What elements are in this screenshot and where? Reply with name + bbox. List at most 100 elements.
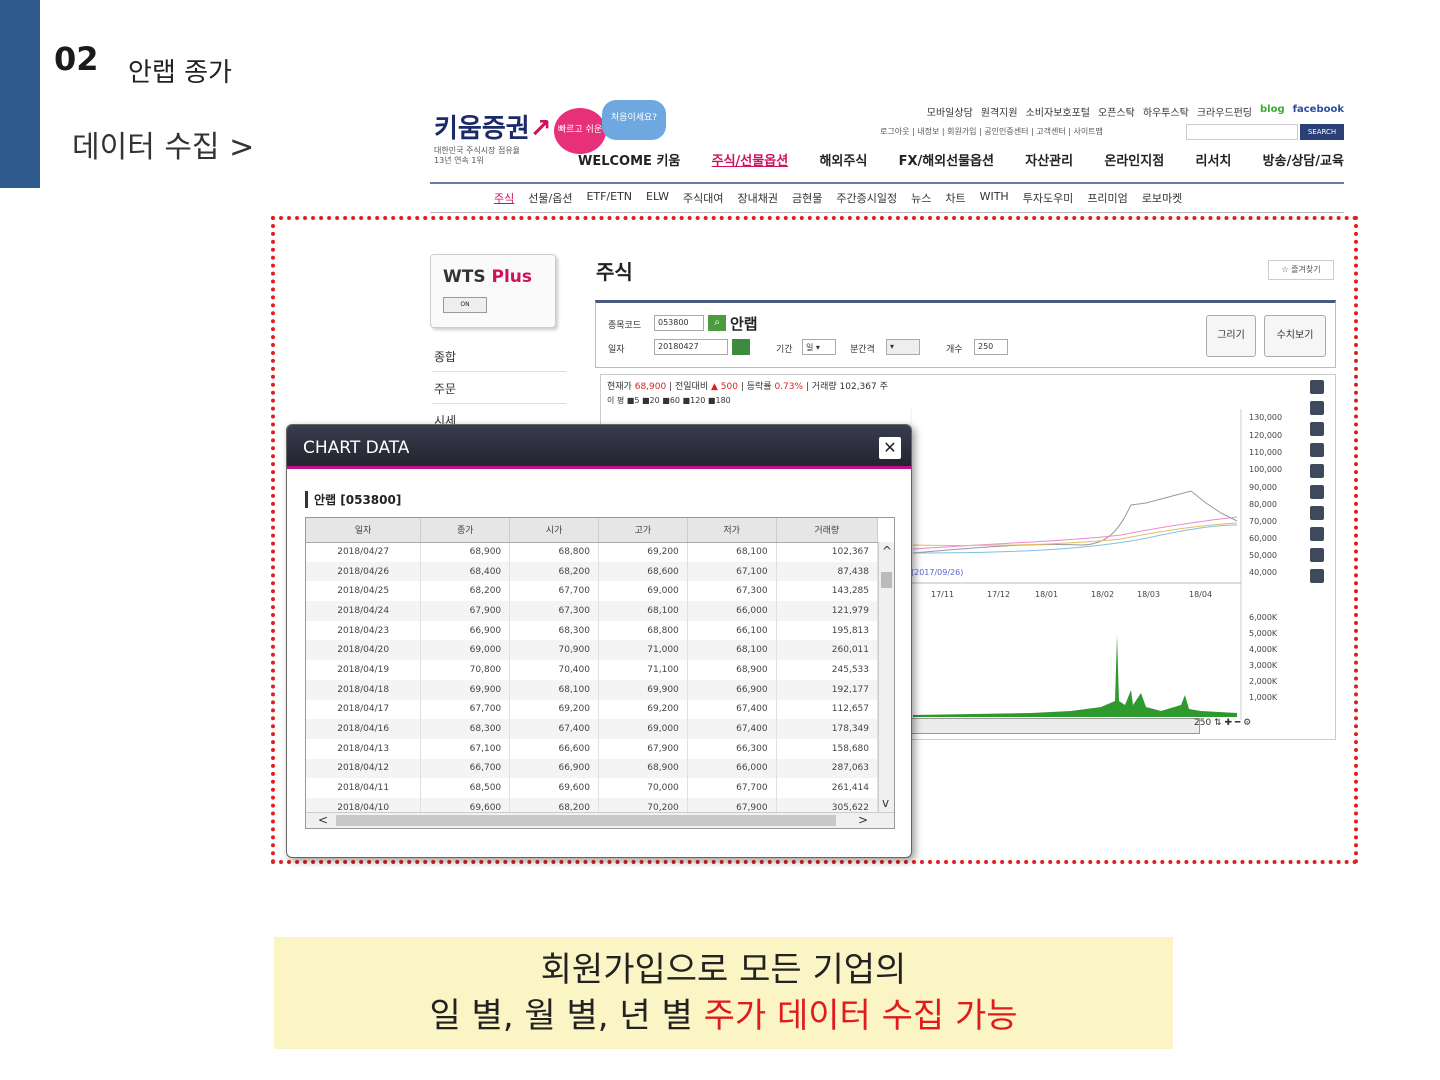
- lnb-item[interactable]: 금현물: [792, 190, 822, 206]
- column-header[interactable]: 종가: [420, 518, 511, 543]
- lnb-item[interactable]: ELW: [646, 190, 669, 206]
- lnb-item[interactable]: 주식대여: [683, 190, 723, 206]
- date-tick: 18/04: [1189, 590, 1212, 599]
- table-row[interactable]: 2018/04/26 68,400 68,200 68,600 67,100 87,438: [306, 561, 879, 582]
- crosshair-icon[interactable]: [1310, 401, 1324, 415]
- gnb-item[interactable]: 리서치: [1195, 150, 1231, 169]
- lnb-item[interactable]: WITH: [980, 190, 1009, 206]
- util-links[interactable]: 로그아웃 | 내정보 | 회원가입 | 공인인증센터 | 고객센터 | 사이트맵: [880, 126, 1103, 137]
- search-icon[interactable]: ⌕: [708, 315, 726, 331]
- gnb-item[interactable]: 온라인지점: [1104, 150, 1164, 169]
- save-icon[interactable]: [1310, 527, 1324, 541]
- column-header[interactable]: 저가: [687, 518, 777, 543]
- lnb-item[interactable]: 주간증시일정: [836, 190, 897, 206]
- lnb-item[interactable]: 선물/옵션: [528, 190, 572, 206]
- table-row[interactable]: 2018/04/18 69,900 68,100 69,900 66,900 192,17…: [306, 679, 879, 700]
- lnb-item[interactable]: 주식: [494, 190, 514, 206]
- table-cell: 66,300: [687, 738, 777, 759]
- scroll-down-icon[interactable]: v: [882, 796, 889, 810]
- chart-scrollbar[interactable]: [900, 718, 1200, 734]
- lnb-item[interactable]: 차트: [945, 190, 965, 206]
- table-row[interactable]: 2018/04/25 68,200 67,700 69,000 67,300 143,28…: [306, 581, 879, 602]
- table-row[interactable]: 2018/04/17 67,700 69,200 69,200 67,400 112,65…: [306, 699, 879, 720]
- lnb-item[interactable]: 투자도우미: [1023, 190, 1074, 206]
- welcome-link[interactable]: WELCOME 키움: [578, 150, 680, 169]
- settings-icon[interactable]: [1310, 506, 1324, 520]
- table-icon[interactable]: [1310, 464, 1324, 478]
- gnb-item[interactable]: FX/해외선물옵션: [899, 150, 994, 169]
- wts-toggle[interactable]: ON: [443, 297, 487, 313]
- date-input[interactable]: 20180427: [654, 339, 728, 355]
- side-menu-item[interactable]: 종합: [432, 340, 566, 372]
- column-header[interactable]: 거래량: [776, 518, 879, 543]
- close-icon[interactable]: ✕: [879, 437, 901, 459]
- column-header[interactable]: 시가: [509, 518, 599, 543]
- table-row[interactable]: 2018/04/19 70,800 70,400 71,100 68,900 245,53…: [306, 660, 879, 680]
- zoom-controls[interactable]: 250 ⇅ ✚ ━ ⚙: [1194, 718, 1251, 728]
- period-select[interactable]: 일 ▾: [802, 339, 836, 355]
- bar-chart-icon[interactable]: [1310, 548, 1324, 562]
- horizontal-scrollbar[interactable]: < >: [306, 812, 894, 828]
- code-input[interactable]: 053800: [654, 315, 704, 331]
- table-cell: 68,300: [509, 620, 599, 641]
- lnb-item[interactable]: 뉴스: [911, 190, 931, 206]
- blog-link[interactable]: blog: [1260, 104, 1285, 119]
- draw-button[interactable]: 그리기: [1206, 315, 1256, 357]
- table-row[interactable]: 2018/04/11 68,500 69,600 70,000 67,700 261,41…: [306, 778, 879, 798]
- gnb-item[interactable]: 주식/선물옵션: [712, 150, 789, 169]
- scroll-thumb[interactable]: [336, 815, 836, 826]
- search-button[interactable]: SEARCH: [1300, 124, 1344, 140]
- side-menu: 종합 주문 시세: [432, 340, 566, 436]
- facebook-link[interactable]: facebook: [1293, 104, 1344, 119]
- lnb-item[interactable]: ETF/ETN: [586, 190, 632, 206]
- grid-icon[interactable]: [1310, 443, 1324, 457]
- top-link[interactable]: 크라우드펀딩: [1197, 104, 1252, 119]
- gnb-item[interactable]: 자산관리: [1025, 150, 1073, 169]
- scroll-left-icon[interactable]: <: [318, 813, 328, 827]
- scroll-up-icon[interactable]: ^: [882, 544, 892, 558]
- table-cell: 69,200: [509, 699, 599, 720]
- scroll-right-icon[interactable]: >: [858, 813, 868, 827]
- top-link[interactable]: 모바일상담: [927, 104, 973, 119]
- promo-bubble-1[interactable]: 빠르고 쉬운: [554, 108, 606, 154]
- top-link[interactable]: 하우투스탁: [1143, 104, 1189, 119]
- lnb-item[interactable]: 프리미엄: [1087, 190, 1127, 206]
- gnb-item[interactable]: 해외주식: [819, 150, 867, 169]
- draw-line-icon[interactable]: [1310, 380, 1324, 394]
- top-link[interactable]: 소비자보호포털: [1026, 104, 1090, 119]
- calendar-icon[interactable]: [732, 339, 750, 355]
- image-icon[interactable]: [1310, 569, 1324, 583]
- side-menu-item[interactable]: 주문: [432, 372, 566, 404]
- dialog-title: CHART DATA: [303, 438, 410, 458]
- table-row[interactable]: 2018/04/27 68,900 68,800 69,200 68,100 102,36…: [306, 542, 879, 562]
- wts-plus-box[interactable]: WTS Plus ON: [430, 254, 556, 328]
- top-link[interactable]: 오픈스탁: [1098, 104, 1135, 119]
- list-icon[interactable]: [1310, 485, 1324, 499]
- table-row[interactable]: 2018/04/16 68,300 67,400 69,000 67,400 178,34…: [306, 719, 879, 739]
- lnb-item[interactable]: 장내채권: [737, 190, 777, 206]
- table-cell: 87,438: [776, 561, 879, 582]
- table-cell: 2018/04/24: [306, 601, 422, 621]
- table-cell: 70,400: [509, 660, 599, 680]
- kiwoom-logo[interactable]: 키움증권↗: [434, 108, 551, 145]
- table-row[interactable]: 2018/04/12 66,700 66,900 68,900 66,000 287,06…: [306, 758, 879, 779]
- search-input[interactable]: [1186, 124, 1298, 140]
- scroll-thumb[interactable]: [881, 572, 892, 588]
- vertical-scrollbar[interactable]: ^ v: [878, 542, 894, 812]
- gnb-item[interactable]: 방송/상담/교육: [1263, 150, 1344, 169]
- minute-select[interactable]: ▾: [886, 339, 920, 355]
- lnb-item[interactable]: 로보마켓: [1142, 190, 1182, 206]
- favorite-button[interactable]: ☆ 즐겨찾기: [1268, 260, 1334, 280]
- column-header[interactable]: 고가: [598, 518, 688, 543]
- candle-icon[interactable]: [1310, 422, 1324, 436]
- table-row[interactable]: 2018/04/24 67,900 67,300 68,100 66,000 121,97…: [306, 601, 879, 621]
- column-header[interactable]: 일자: [306, 518, 422, 543]
- top-link[interactable]: 원격지원: [981, 104, 1018, 119]
- table-row[interactable]: 2018/04/23 66,900 68,300 68,800 66,100 195,81…: [306, 620, 879, 641]
- table-cell: 68,100: [687, 640, 777, 661]
- table-row[interactable]: 2018/04/13 67,100 66,600 67,900 66,300 158,68…: [306, 738, 879, 759]
- promo-bubble-2[interactable]: 처음이세요?: [602, 100, 666, 140]
- view-values-button[interactable]: 수치보기: [1264, 315, 1326, 357]
- table-row[interactable]: 2018/04/20 69,000 70,900 71,000 68,100 260,01…: [306, 640, 879, 661]
- count-input[interactable]: 250: [974, 339, 1008, 355]
